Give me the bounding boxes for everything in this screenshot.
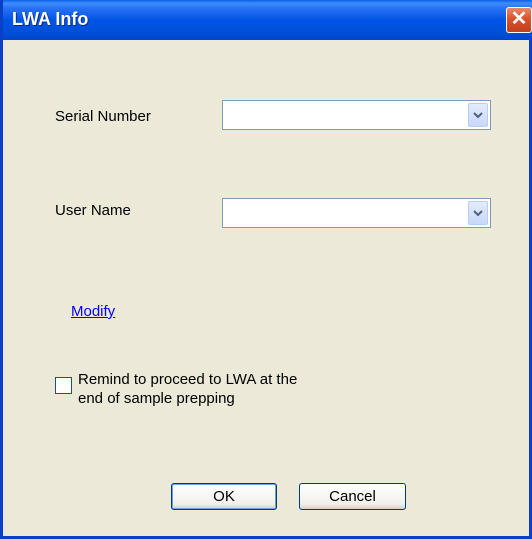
serial-number-label: Serial Number [55, 108, 151, 125]
chevron-down-icon [473, 112, 483, 119]
user-name-combobox[interactable] [222, 198, 491, 228]
title-bar[interactable]: LWA Info ✕ [3, 0, 532, 40]
serial-number-combobox[interactable] [222, 100, 491, 130]
ok-button[interactable]: OK [171, 483, 277, 510]
remind-label-line-2: end of sample prepping [78, 390, 235, 407]
chevron-down-icon [473, 210, 483, 217]
close-icon: ✕ [510, 8, 528, 30]
dialog-title: LWA Info [12, 9, 89, 29]
serial-number-dropdown-button[interactable] [468, 103, 488, 127]
remind-checkbox-label[interactable]: Remind to proceed to LWA at the end of s… [78, 370, 378, 408]
remind-checkbox[interactable] [55, 377, 72, 394]
dialog-window: LWA Info ✕ Serial Number User Name Modif… [0, 0, 532, 539]
cancel-button[interactable]: Cancel [299, 483, 406, 510]
close-button[interactable]: ✕ [506, 7, 532, 33]
remind-label-line-1: Remind to proceed to LWA at the [78, 371, 298, 388]
modify-link[interactable]: Modify [71, 303, 115, 320]
user-name-dropdown-button[interactable] [468, 201, 488, 225]
user-name-label: User Name [55, 202, 131, 219]
